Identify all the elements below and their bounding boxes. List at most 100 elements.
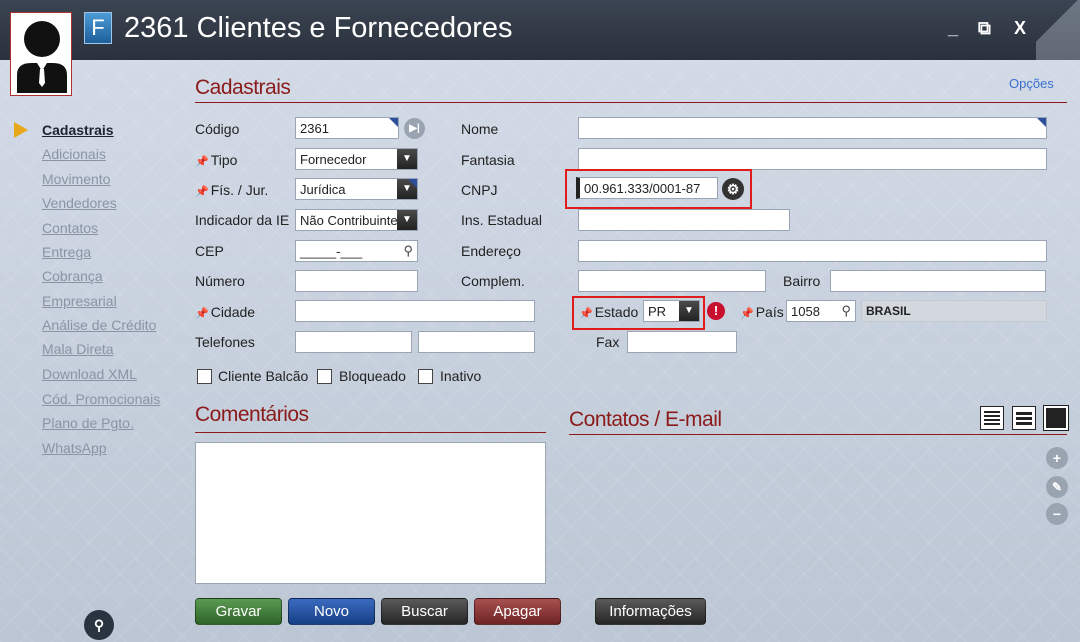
buscar-button[interactable]: Buscar bbox=[381, 598, 468, 625]
active-arrow-icon bbox=[14, 122, 28, 138]
sidebar-item-whatsapp[interactable]: WhatsApp bbox=[42, 440, 107, 456]
chevron-down-icon[interactable]: ▼ bbox=[397, 179, 417, 199]
pin-icon: 📌 bbox=[740, 308, 754, 320]
pais-code-field[interactable]: 1058 ⚲ bbox=[786, 300, 856, 322]
sidebar-item-analise-credito[interactable]: Análise de Crédito bbox=[42, 317, 156, 333]
informacoes-button[interactable]: Informações bbox=[595, 598, 706, 625]
cnpj-field[interactable]: 00.961.333/0001-87 bbox=[576, 177, 718, 199]
indicador-ie-label: Indicador da IE bbox=[195, 212, 290, 228]
title-bar: F 2361 Clientes e Fornecedores _ ⧉ X bbox=[0, 0, 1080, 60]
chevron-down-icon[interactable]: ▼ bbox=[397, 149, 417, 169]
ins-estadual-label: Ins. Estadual bbox=[461, 212, 542, 228]
tipo-select[interactable]: Fornecedor ▼ bbox=[295, 148, 418, 170]
pin-icon: 📌 bbox=[195, 186, 209, 198]
comentarios-textarea[interactable] bbox=[195, 442, 546, 584]
view-card-icon[interactable] bbox=[1043, 405, 1069, 431]
fis-jur-label: 📌 Fís. / Jur. bbox=[195, 182, 269, 198]
title-bar-corner bbox=[1036, 0, 1080, 60]
cliente-balcao-checkbox[interactable] bbox=[197, 369, 212, 384]
remove-contact-icon[interactable]: − bbox=[1046, 503, 1068, 525]
sidebar-item-plano-pgto[interactable]: Plano de Pgto. bbox=[42, 415, 134, 431]
edit-contact-icon[interactable]: ✎ bbox=[1046, 476, 1068, 498]
fantasia-label: Fantasia bbox=[461, 152, 515, 168]
options-link[interactable]: Opções bbox=[1009, 76, 1054, 91]
cep-field[interactable]: _____-___ ⚲ bbox=[295, 240, 418, 262]
tipo-label: 📌 Tipo bbox=[195, 152, 238, 168]
next-record-icon[interactable]: ▶| bbox=[404, 118, 425, 139]
bairro-label: Bairro bbox=[783, 273, 821, 289]
inativo-label[interactable]: Inativo bbox=[440, 368, 481, 384]
bloqueado-checkbox[interactable] bbox=[317, 369, 332, 384]
avatar[interactable] bbox=[10, 12, 72, 96]
restore-button[interactable]: ⧉ bbox=[978, 18, 991, 39]
cliente-balcao-label[interactable]: Cliente Balcão bbox=[218, 368, 308, 384]
sidebar-item-mala-direta[interactable]: Mala Direta bbox=[42, 341, 114, 357]
endereco-field[interactable] bbox=[578, 240, 1047, 262]
search-icon[interactable]: ⚲ bbox=[841, 303, 851, 319]
telefone1-field[interactable] bbox=[295, 331, 412, 353]
complem-field[interactable] bbox=[578, 270, 766, 292]
user-silhouette-icon bbox=[17, 21, 67, 93]
cnpj-label: CNPJ bbox=[461, 182, 498, 198]
sidebar-item-cod-promocionais[interactable]: Cód. Promocionais bbox=[42, 391, 160, 407]
pin-icon: 📌 bbox=[195, 156, 209, 168]
close-button[interactable]: X bbox=[1014, 18, 1026, 39]
pin-icon: 📌 bbox=[195, 308, 209, 320]
telefones-label: Telefones bbox=[195, 334, 255, 350]
pais-label: 📌 País bbox=[740, 304, 784, 320]
sidebar-item-empresarial[interactable]: Empresarial bbox=[42, 293, 117, 309]
view-rows-icon[interactable] bbox=[1012, 406, 1036, 430]
telefone2-field[interactable] bbox=[418, 331, 535, 353]
estado-select[interactable]: PR ▼ bbox=[643, 300, 700, 322]
sidebar-item-entrega[interactable]: Entrega bbox=[42, 244, 91, 260]
sidebar-item-movimento[interactable]: Movimento bbox=[42, 171, 110, 187]
nome-field[interactable] bbox=[578, 117, 1047, 139]
endereco-label: Endereço bbox=[461, 243, 521, 259]
section-title-cadastrais: Cadastrais bbox=[195, 76, 291, 99]
cidade-label: 📌 Cidade bbox=[195, 304, 256, 320]
codigo-field[interactable]: 2361 bbox=[295, 117, 399, 139]
nome-label: Nome bbox=[461, 121, 499, 137]
pais-name-field: BRASIL bbox=[861, 300, 1047, 322]
sidebar-search-icon[interactable]: ⚲ bbox=[84, 610, 114, 640]
chevron-down-icon[interactable]: ▼ bbox=[397, 210, 417, 230]
ins-estadual-field[interactable] bbox=[578, 209, 790, 231]
section-title-comentarios: Comentários bbox=[195, 403, 309, 426]
app-badge-icon: F bbox=[84, 12, 112, 44]
numero-label: Número bbox=[195, 273, 245, 289]
view-list-icon[interactable] bbox=[980, 406, 1004, 430]
estado-label: 📌 Estado bbox=[579, 304, 639, 320]
complem-label: Complem. bbox=[461, 273, 525, 289]
novo-button[interactable]: Novo bbox=[288, 598, 375, 625]
inativo-checkbox[interactable] bbox=[418, 369, 433, 384]
cidade-field[interactable] bbox=[295, 300, 535, 322]
section-rule-contatos bbox=[569, 434, 1067, 435]
warning-icon: ! bbox=[707, 302, 725, 320]
chevron-down-icon[interactable]: ▼ bbox=[679, 301, 699, 321]
sidebar-item-download-xml[interactable]: Download XML bbox=[42, 366, 137, 382]
numero-field[interactable] bbox=[295, 270, 418, 292]
fax-label: Fax bbox=[596, 334, 620, 350]
cnpj-lookup-icon[interactable]: ⚙ bbox=[722, 178, 744, 200]
search-icon[interactable]: ⚲ bbox=[403, 243, 413, 259]
indicador-ie-select[interactable]: Não Contribuinte ▼ bbox=[295, 209, 418, 231]
pin-icon: 📌 bbox=[579, 308, 593, 320]
cep-label: CEP bbox=[195, 243, 224, 259]
sidebar-item-adicionais[interactable]: Adicionais bbox=[42, 146, 106, 162]
fax-field[interactable] bbox=[627, 331, 737, 353]
sidebar-item-contatos[interactable]: Contatos bbox=[42, 220, 98, 236]
bairro-field[interactable] bbox=[830, 270, 1046, 292]
codigo-label: Código bbox=[195, 121, 240, 137]
add-contact-icon[interactable]: + bbox=[1046, 447, 1068, 469]
fantasia-field[interactable] bbox=[578, 148, 1047, 170]
gravar-button[interactable]: Gravar bbox=[195, 598, 282, 625]
apagar-button[interactable]: Apagar bbox=[474, 598, 561, 625]
fis-jur-select[interactable]: Jurídica ▼ bbox=[295, 178, 418, 200]
minimize-button[interactable]: _ bbox=[948, 18, 958, 39]
section-rule-comentarios bbox=[195, 432, 546, 433]
sidebar-item-vendedores[interactable]: Vendedores bbox=[42, 195, 117, 211]
bloqueado-label[interactable]: Bloqueado bbox=[339, 368, 406, 384]
section-rule-cadastrais bbox=[195, 102, 1067, 103]
sidebar-item-cadastrais[interactable]: Cadastrais bbox=[42, 122, 114, 138]
sidebar-item-cobranca[interactable]: Cobrança bbox=[42, 268, 103, 284]
